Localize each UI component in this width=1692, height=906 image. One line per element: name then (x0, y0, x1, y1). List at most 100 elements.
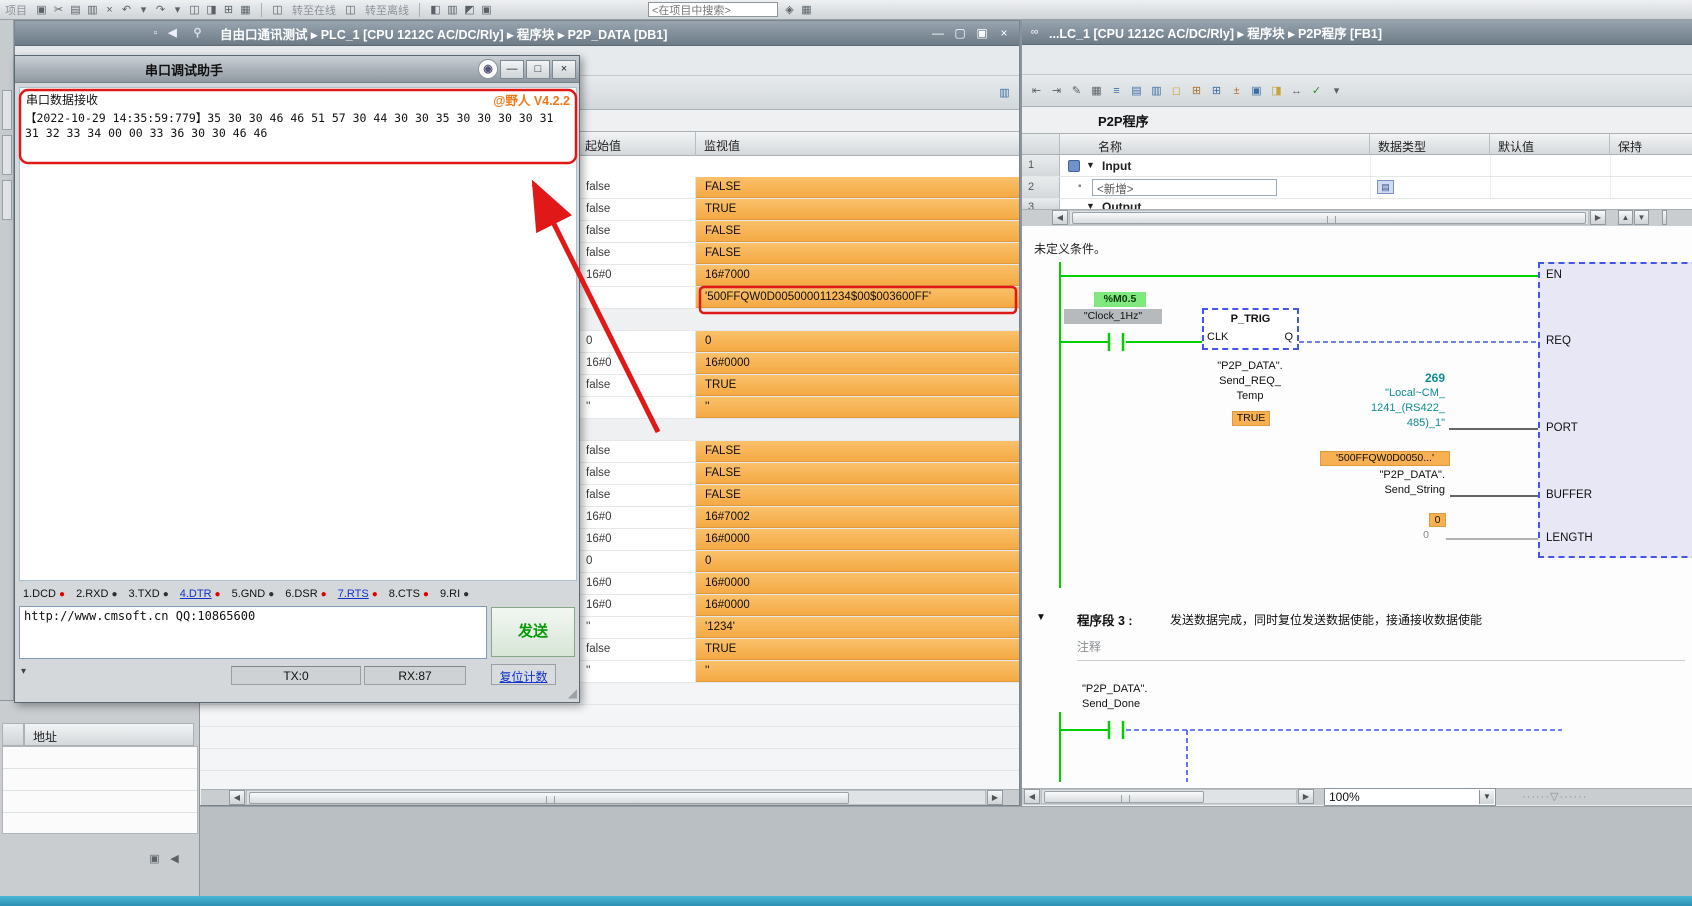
monitor-value-cell[interactable]: TRUE (696, 375, 1020, 396)
toolbar-icon[interactable]: ≡ (1108, 83, 1125, 99)
toolbar-icon[interactable]: ▾ (135, 2, 152, 18)
start-value-cell[interactable]: false (577, 221, 696, 242)
toolbar-icon[interactable]: ▤ (67, 2, 84, 18)
rail-tab[interactable] (2, 180, 12, 220)
address-column-header[interactable]: 地址 (24, 723, 194, 746)
monitor-value-cell[interactable]: 16#0000 (696, 595, 1020, 616)
network-collapse-icon[interactable]: ▼ (1036, 612, 1046, 623)
column-header-default[interactable]: 默认值 (1490, 134, 1610, 155)
dropdown-icon[interactable]: ▾ (21, 666, 26, 677)
monitor-value-cell[interactable]: 0 (696, 331, 1020, 352)
start-value-cell[interactable]: false (577, 243, 696, 264)
toolbar-icon[interactable]: ▾ (169, 2, 186, 18)
toolbar-icon[interactable]: ▥ (84, 2, 101, 18)
small-box-icon[interactable]: ▫ (147, 25, 164, 41)
monitor-value-cell[interactable]: FALSE (696, 243, 1020, 264)
toolbar-icon[interactable]: ▥ (1148, 83, 1165, 99)
add-variable-field[interactable]: <新增> (1092, 179, 1277, 196)
monitor-value-cell[interactable]: FALSE (696, 441, 1020, 462)
maximize-icon[interactable]: ▣ (971, 26, 993, 40)
toolbar-icon[interactable]: ↶ (118, 2, 135, 18)
start-value-cell[interactable]: false (577, 485, 696, 506)
monitor-value-cell[interactable]: 16#0000 (696, 573, 1020, 594)
toolbar-icon[interactable]: ◧ (427, 2, 444, 18)
start-value-cell[interactable]: 0 (577, 331, 696, 352)
start-value-cell[interactable]: false (577, 441, 696, 462)
toolbar-icon[interactable]: ⇥ (1048, 83, 1065, 99)
column-header-name[interactable]: 名称 (1060, 134, 1370, 155)
scroll-track[interactable] (246, 790, 986, 805)
start-value-cell[interactable]: 16#0 (577, 573, 696, 594)
collapse-left-icon[interactable]: ◀ (164, 25, 181, 41)
toolbar-icon[interactable]: ⇤ (1028, 83, 1045, 99)
toolbar-icon[interactable]: ▣ (33, 2, 50, 18)
port-number[interactable]: 269 (1342, 371, 1445, 385)
offline-icon[interactable]: ◫ (342, 2, 359, 18)
toolbar-icon[interactable]: ◈ (781, 2, 798, 18)
go-online-button[interactable]: 转至在线 (292, 2, 336, 18)
monitor-value-cell[interactable]: FALSE (696, 485, 1020, 506)
start-value-cell[interactable]: 0 (577, 551, 696, 572)
monitor-value-cell[interactable]: '500FFQW0D005000011234$00$003600FF' (696, 287, 1020, 308)
monitor-value-cell[interactable]: 16#7002 (696, 507, 1020, 528)
monitor-value-cell[interactable]: FALSE (696, 463, 1020, 484)
toolbar-icon[interactable]: ▤ (1128, 83, 1145, 99)
column-header-monitor-value[interactable]: 监视值 (696, 132, 1020, 156)
toolbar-icon[interactable]: ▦ (1088, 83, 1105, 99)
collapse-left-icon[interactable]: ◀ (166, 851, 183, 867)
network3-title[interactable]: 程序段 3 : (1077, 610, 1133, 629)
toolbar-icon[interactable]: ◨ (203, 2, 220, 18)
start-value-cell[interactable]: false (577, 463, 696, 484)
monitor-value-cell[interactable]: 16#0000 (696, 353, 1020, 374)
table-row-clipped[interactable]: 3 ▼ Output (1022, 199, 1692, 209)
operand-name[interactable]: "Clock_1Hz" (1064, 309, 1162, 324)
operand-address[interactable]: %M0.5 (1094, 292, 1146, 307)
toolbar-icon[interactable]: ✂ (50, 2, 67, 18)
received-data-line[interactable]: 【2022-10-29 14:35:59:779】35 30 30 46 46 … (25, 110, 553, 126)
start-value-cell[interactable]: 16#0 (577, 507, 696, 528)
monitor-value-cell[interactable]: FALSE (696, 221, 1020, 242)
scroll-left-icon[interactable]: ◀ (1024, 789, 1040, 804)
monitor-value-cell[interactable]: 16#7000 (696, 265, 1020, 286)
monitor-value-cell[interactable]: 16#0000 (696, 529, 1020, 550)
maximize-icon[interactable]: □ (526, 60, 550, 79)
datatype-picker-icon[interactable]: ▤ (1377, 180, 1394, 194)
start-value-cell[interactable]: 16#0 (577, 595, 696, 616)
toolbar-icon[interactable]: × (101, 2, 118, 18)
toolbar-icon[interactable]: ◩ (461, 2, 478, 18)
panel-icon[interactable]: ▥ (996, 85, 1013, 101)
toolbar-icon[interactable]: ↔ (1288, 83, 1305, 99)
start-value-cell[interactable]: 16#0 (577, 265, 696, 286)
rail-tab[interactable] (2, 90, 12, 130)
toolbar-icon[interactable]: ± (1228, 83, 1245, 99)
scroll-up-icon[interactable]: ▲ (1618, 210, 1633, 225)
send-button[interactable]: 发送 (491, 607, 575, 657)
scroll-left-icon[interactable]: ◀ (229, 790, 245, 805)
column-header-retain[interactable]: 保持 (1610, 134, 1670, 155)
toolbar-icon[interactable]: ✎ (1068, 83, 1085, 99)
panel-icon[interactable]: ▣ (146, 851, 163, 867)
close-icon[interactable]: × (993, 26, 1015, 40)
start-value-cell[interactable]: false (577, 375, 696, 396)
expand-icon[interactable]: ▼ (1086, 160, 1095, 170)
start-value-cell[interactable]: false (577, 177, 696, 198)
toolbar-icon[interactable]: ▾ (1328, 83, 1345, 99)
reset-count-button[interactable]: 复位计数 (491, 664, 556, 685)
toolbar-icon[interactable]: ↷ (152, 2, 169, 18)
scroll-thumb[interactable] (1072, 212, 1586, 224)
close-icon[interactable]: × (552, 60, 576, 79)
resize-grip-icon[interactable]: ◢ (568, 686, 577, 700)
monitor-value-cell[interactable]: TRUE (696, 639, 1020, 660)
start-value-cell[interactable]: '' (577, 661, 696, 682)
monitor-value-cell[interactable]: TRUE (696, 199, 1020, 220)
online-icon[interactable]: ◫ (269, 2, 286, 18)
scroll-thumb[interactable] (249, 792, 849, 804)
monitor-value-cell[interactable]: 0 (696, 551, 1020, 572)
toolbar-icon[interactable]: ◨ (1268, 83, 1285, 99)
start-value-cell[interactable]: '' (577, 397, 696, 418)
p-trig-block[interactable]: P_TRIG CLK Q (1202, 308, 1299, 350)
table-row[interactable]: 2 ▪ <新增> ▤ (1022, 177, 1692, 199)
minimize-icon[interactable]: — (927, 26, 949, 40)
toolbar-icon[interactable]: ▦ (237, 2, 254, 18)
toolbar-icon[interactable]: ✓ (1308, 83, 1325, 99)
